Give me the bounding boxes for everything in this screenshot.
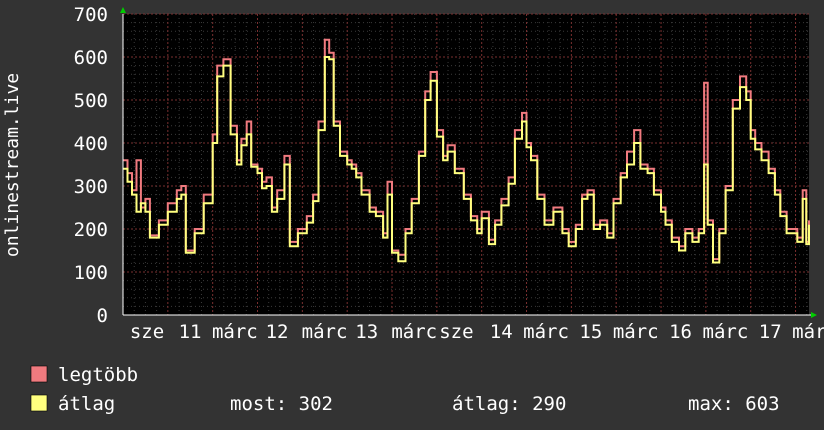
x-axis-arrow-icon [811,312,817,318]
y-tick-label: 500 [74,90,108,112]
x-tick-label: márc [792,321,824,343]
stat-max: max: 603 [688,393,780,415]
x-tick-label: 17 [759,321,782,343]
x-tick-label: márc [302,321,348,343]
x-tick-label: márc [613,321,659,343]
x-tick-label: márc [391,321,437,343]
y-tick-label: 400 [74,133,108,155]
x-tick-label: márc [703,321,749,343]
x-tick-labels: sze 11 márc 12 márc 13 márc sze 14 márc 15 márc 16 má… [130,321,824,343]
x-tick-label: 15 [579,321,602,343]
chart-canvas: 0 100 200 300 400 500 600 700 sze 11 márc 12 márc 13… [2,4,824,415]
legend-swatch-legtobb [30,365,48,383]
legend-label-atlag: átlag [58,393,115,415]
legend-label-legtobb: legtöbb [58,364,138,386]
x-tick-label: 16 [669,321,692,343]
x-tick-label: 14 [490,321,513,343]
x-tick-label: 11 [179,321,202,343]
y-tick-labels: 0 100 200 300 400 500 600 700 [74,4,108,327]
y-axis-arrow-icon [120,7,126,13]
x-tick-label: 12 [266,321,289,343]
y-tick-label: 200 [74,219,108,241]
y-axis-label: onlinestream.live [2,73,23,257]
x-tick-label: sze [130,321,164,343]
stat-most: most: 302 [230,393,333,415]
x-tick-label: 13 [355,321,378,343]
x-tick-label: sze [439,321,473,343]
y-tick-label: 600 [74,47,108,69]
legend-swatch-atlag [30,394,48,412]
y-tick-label: 700 [74,4,108,26]
y-tick-label: 300 [74,176,108,198]
x-tick-label: márc [523,321,569,343]
y-tick-label: 100 [74,262,108,284]
stat-atlag: átlag: 290 [452,393,566,415]
x-tick-label: márc [212,321,258,343]
y-tick-label: 0 [97,305,108,327]
